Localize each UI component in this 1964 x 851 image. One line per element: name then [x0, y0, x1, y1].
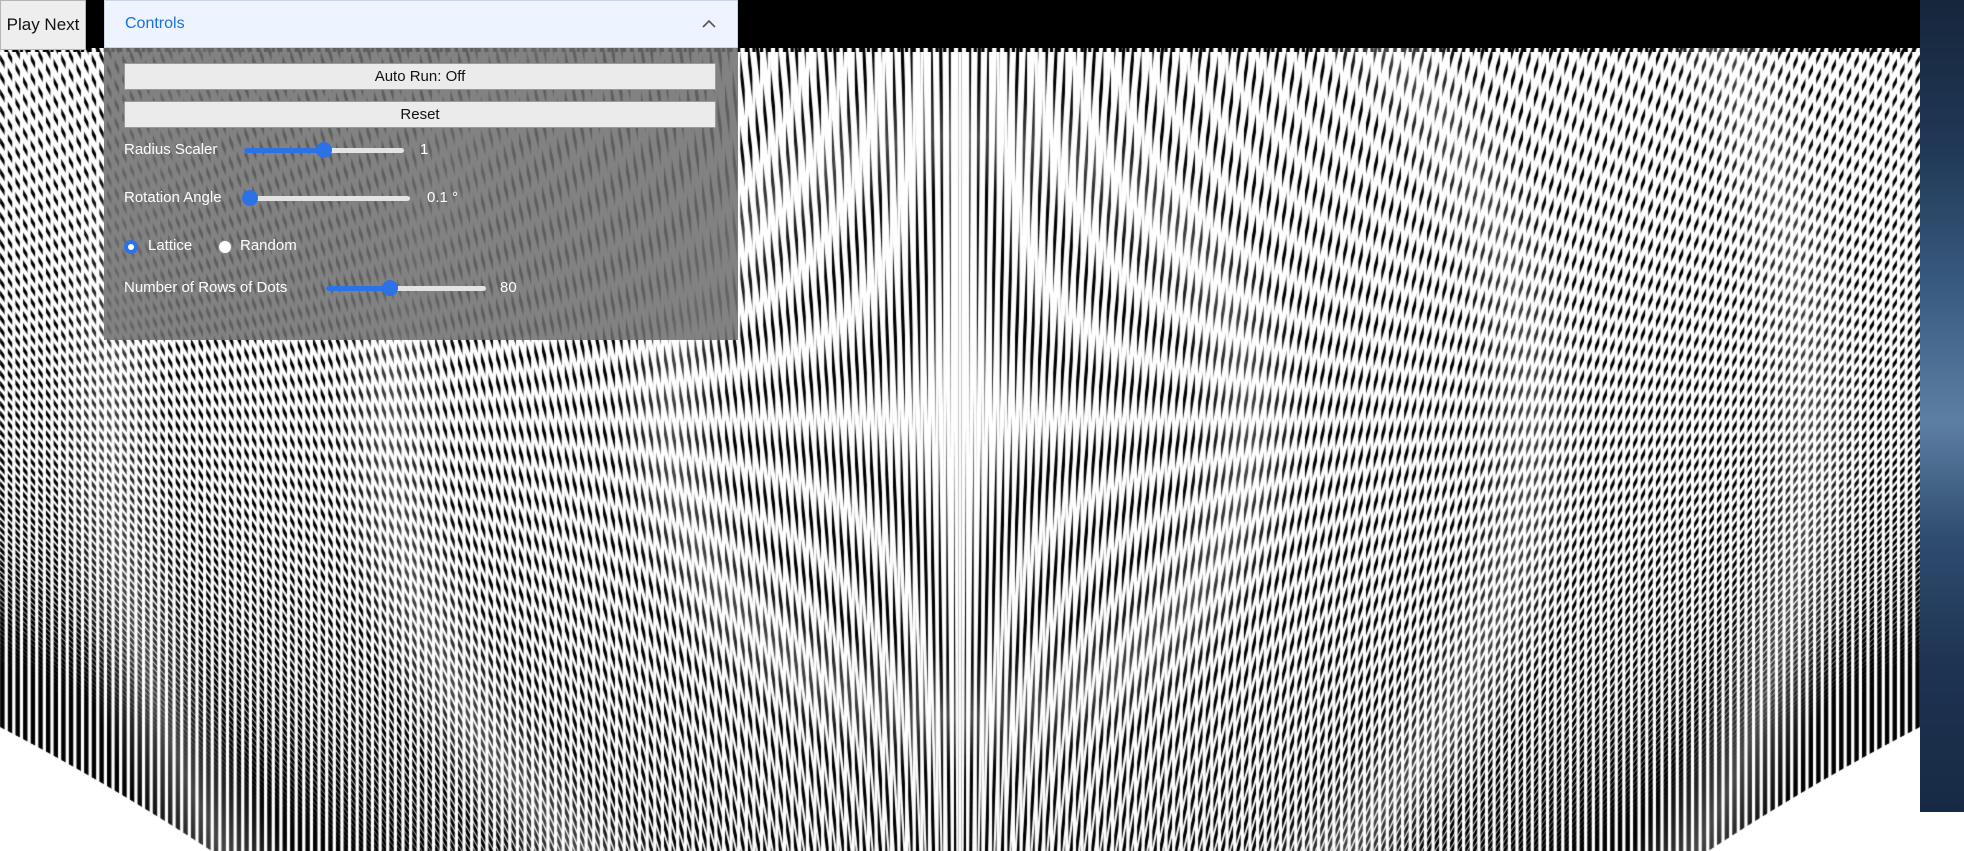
rows-of-dots-slider[interactable]: [326, 280, 486, 296]
radius-scaler-slider[interactable]: [244, 142, 404, 158]
rows-of-dots-label: Number of Rows of Dots: [124, 279, 288, 296]
play-next-button[interactable]: Play Next: [0, 0, 86, 50]
slider-fill: [326, 286, 390, 291]
radius-scaler-label: Radius Scaler: [124, 141, 218, 158]
desktop-wallpaper: [1920, 0, 1964, 812]
controls-panel-header[interactable]: Controls: [104, 0, 738, 48]
controls-title: Controls: [125, 15, 185, 32]
slider-thumb[interactable]: [242, 190, 258, 206]
controls-panel-body: Auto Run: Off Reset Radius Scaler 1 Rota…: [104, 48, 738, 340]
auto-run-button[interactable]: Auto Run: Off: [124, 63, 716, 90]
rows-of-dots-value: 80: [500, 279, 517, 296]
chevron-up-icon[interactable]: [701, 16, 717, 32]
random-radio[interactable]: [218, 240, 232, 254]
lattice-radio[interactable]: [124, 240, 138, 254]
app-stage: Play Next Controls Auto Run: Off Reset R…: [0, 0, 1964, 851]
slider-thumb[interactable]: [316, 142, 332, 158]
random-label[interactable]: Random: [240, 237, 297, 254]
reset-button[interactable]: Reset: [124, 101, 716, 128]
rotation-angle-slider[interactable]: [242, 190, 410, 206]
lattice-label[interactable]: Lattice: [148, 237, 192, 254]
rotation-angle-value: 0.1 °: [427, 189, 459, 206]
desktop-background-strip: [1920, 812, 1964, 851]
slider-fill: [244, 148, 324, 153]
slider-track: [250, 196, 410, 201]
radius-scaler-value: 1: [420, 141, 429, 158]
slider-thumb[interactable]: [382, 280, 398, 296]
rotation-angle-label: Rotation Angle: [124, 189, 222, 206]
